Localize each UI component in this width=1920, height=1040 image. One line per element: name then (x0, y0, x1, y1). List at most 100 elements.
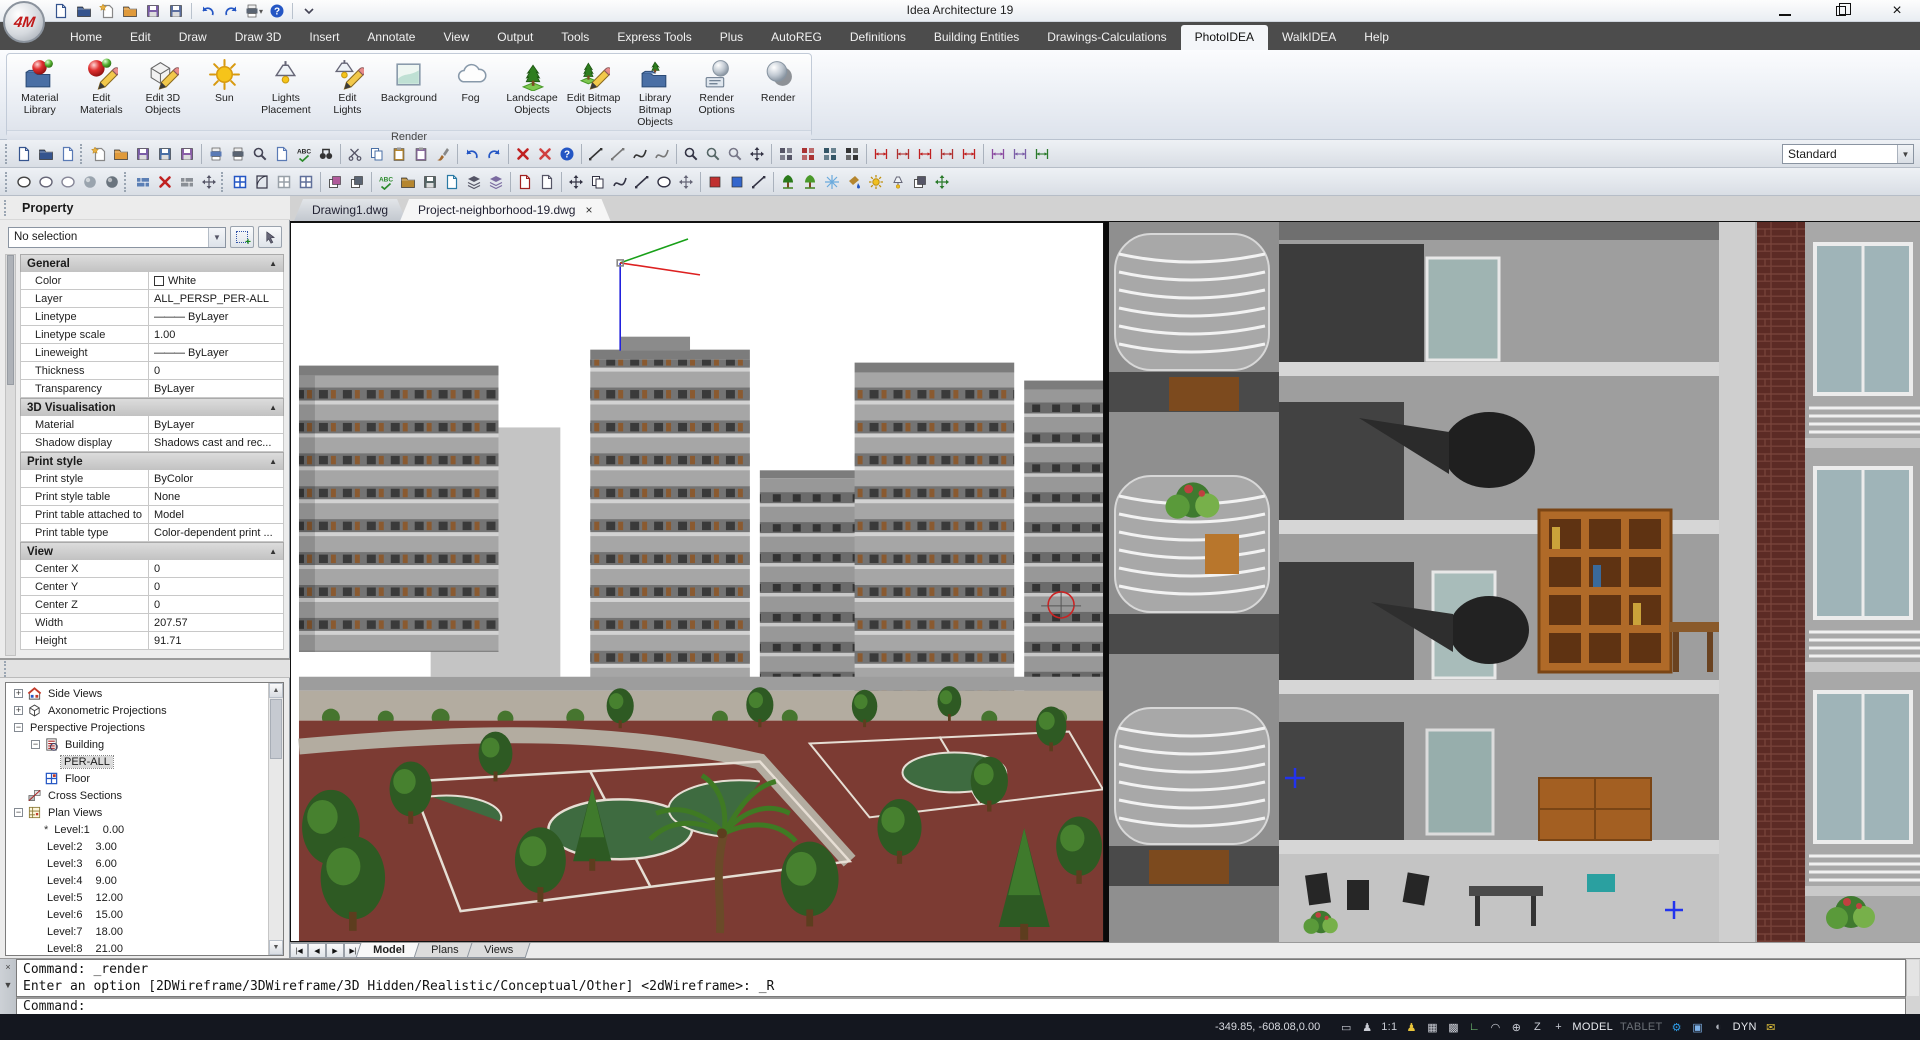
tree-item-label[interactable]: Level:5 (44, 892, 85, 904)
scrollbar-thumb[interactable] (7, 255, 14, 385)
landscape-objects-button[interactable]: LandscapeObjects (501, 56, 563, 130)
customize-quick-access-button[interactable] (298, 2, 319, 21)
annotation-scale-button[interactable]: 1:1 (1378, 1017, 1400, 1037)
main-viewport[interactable] (290, 222, 1104, 942)
property-value[interactable]: ByColor (154, 473, 193, 485)
property-value[interactable]: 0 (154, 581, 160, 593)
dim-angular-button[interactable] (958, 143, 980, 165)
tab-insert[interactable]: Insert (295, 25, 353, 50)
line-button[interactable] (585, 143, 607, 165)
toolbar-grip[interactable] (5, 144, 10, 164)
tab-view[interactable]: View (429, 25, 483, 50)
wall-button[interactable] (132, 171, 154, 193)
property-section-3d-visualisation[interactable]: 3D Visualisation▲ (20, 398, 284, 416)
background-button[interactable]: Background (378, 56, 440, 130)
tree-item-cross-sections[interactable]: Cross Sections (6, 787, 268, 804)
tree-item-label[interactable]: Side Views (45, 688, 105, 700)
save-file-button[interactable] (132, 143, 154, 165)
ellipse-hatched-button[interactable] (35, 171, 57, 193)
tab-tools[interactable]: Tools (547, 25, 603, 50)
property-value[interactable]: 0 (154, 563, 160, 575)
door-button[interactable] (251, 171, 273, 193)
layers-button[interactable] (463, 171, 485, 193)
sun-tool-button[interactable] (865, 171, 887, 193)
property-scrollbar[interactable] (5, 254, 16, 656)
pan-button[interactable] (746, 143, 768, 165)
camera-button[interactable] (909, 171, 931, 193)
selection-combo[interactable]: No selection ▼ (8, 227, 226, 248)
collapse-icon[interactable]: ▲ (269, 259, 277, 268)
copy-object-button[interactable] (587, 171, 609, 193)
zoom-previous-button[interactable] (724, 143, 746, 165)
polar-tracking-icon[interactable]: ◠ (1485, 1017, 1505, 1037)
cut-button[interactable] (344, 143, 366, 165)
close-icon[interactable]: × (5, 962, 10, 972)
help-button[interactable] (556, 143, 578, 165)
tab-home[interactable]: Home (56, 25, 116, 50)
tree-item-plan-views[interactable]: −Plan Views (6, 804, 268, 821)
chevron-down-icon[interactable]: ▼ (4, 980, 13, 990)
panel-splitter[interactable] (0, 658, 290, 678)
drawing-tab[interactable]: Drawing1.dwg (294, 199, 406, 221)
tree-item-label[interactable]: Building (62, 739, 107, 751)
fog-button[interactable]: Fog (440, 56, 502, 130)
scrollbar-thumb[interactable] (270, 699, 282, 759)
tree-scrollbar[interactable]: ▲ ▼ (268, 683, 283, 955)
expand-icon[interactable]: + (14, 689, 23, 698)
xref-attach-button[interactable] (514, 171, 536, 193)
open-drawing-button[interactable] (119, 2, 140, 21)
plot-export-button[interactable] (205, 143, 227, 165)
mirror-button[interactable] (631, 171, 653, 193)
construction-line-button[interactable] (607, 143, 629, 165)
quick-select-button[interactable] (230, 226, 254, 248)
nav-next-button[interactable]: ▶ (326, 943, 344, 958)
secondary-viewport[interactable] (1109, 222, 1920, 942)
dim-update-button[interactable] (1031, 143, 1053, 165)
layout-tab-views[interactable]: Views (467, 943, 531, 958)
sun-button[interactable]: Sun (194, 56, 256, 130)
zoom-window-button[interactable] (680, 143, 702, 165)
opening-button[interactable] (273, 171, 295, 193)
collapse-icon[interactable]: ▲ (269, 457, 277, 466)
ellipse-button[interactable] (13, 171, 35, 193)
snow-effect-button[interactable] (821, 171, 843, 193)
new-file-button[interactable] (88, 143, 110, 165)
nav-previous-button[interactable]: ◀ (308, 943, 326, 958)
offset-button[interactable] (653, 171, 675, 193)
color-control-button[interactable] (704, 171, 726, 193)
plant-button[interactable] (799, 171, 821, 193)
library-bitmap-objects-button[interactable]: Library BitmapObjects (624, 56, 686, 130)
annotation-monitor-icon[interactable]: ♟ (1357, 1017, 1377, 1037)
restore-button[interactable] (1826, 2, 1856, 20)
lineweight-display-icon[interactable]: + (1548, 1017, 1568, 1037)
tree-item-label[interactable]: Level:1 (51, 824, 92, 836)
bld-open-button[interactable] (73, 2, 94, 21)
move-button[interactable] (565, 171, 587, 193)
publish-3d-button[interactable] (441, 171, 463, 193)
dim-style-button[interactable] (1009, 143, 1031, 165)
move-wall-button[interactable] (198, 171, 220, 193)
lights-placement-button[interactable]: LightsPlacement (255, 56, 317, 130)
tree-item-level-1[interactable]: *Level:10.00 (6, 821, 268, 838)
property-value[interactable]: 0 (154, 599, 160, 611)
spell-check-button[interactable] (293, 143, 315, 165)
bld-open-drawing-button[interactable] (35, 143, 57, 165)
dim-edit-button[interactable] (987, 143, 1009, 165)
snap-mode-icon[interactable]: ▦ (1422, 1017, 1442, 1037)
command-prompt[interactable]: Command: (16, 997, 1906, 1015)
erase-button[interactable] (512, 143, 534, 165)
tab-walkidea[interactable]: WalkIDEA (1268, 25, 1350, 50)
command-history[interactable]: Command: _render Enter an option [2DWire… (16, 959, 1906, 997)
tree-item-level-4[interactable]: Level:49.00 (6, 872, 268, 889)
drawing-manager-button[interactable] (397, 171, 419, 193)
render-button[interactable]: Render (747, 56, 809, 130)
check-drawing-button[interactable] (375, 171, 397, 193)
app-logo[interactable]: 4M (3, 1, 45, 43)
rotate-button[interactable] (609, 171, 631, 193)
copy-clip-button[interactable] (366, 143, 388, 165)
polyline-button[interactable] (629, 143, 651, 165)
bld-new-button[interactable] (50, 2, 71, 21)
paste-special-button[interactable] (410, 143, 432, 165)
toolbar-grip[interactable] (5, 172, 10, 192)
tray-mail-icon[interactable]: ✉ (1761, 1017, 1781, 1037)
